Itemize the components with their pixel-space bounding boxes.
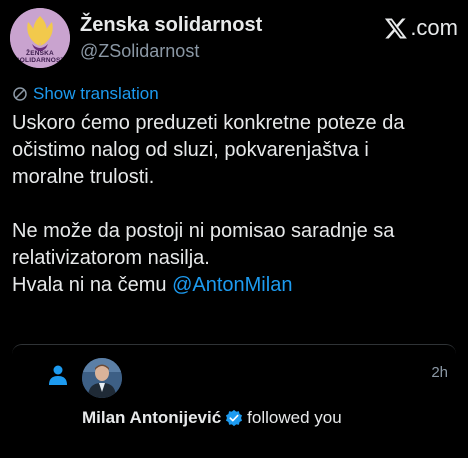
x-logo-icon [385,18,408,39]
logo-text-line1: ŽENSKA [26,50,54,57]
tweet-closing-line: Hvala ni na čemu @AntonMilan [12,272,458,299]
tweet-body: Uskoro ćemo preduzeti konkretne poteze d… [12,110,458,299]
tweet-line: relativizatorom nasilja. [12,247,210,269]
translate-icon [13,87,27,101]
show-translation-link[interactable]: Show translation [12,84,159,104]
tweet-line: Ne može da postoji ni pomisao saradnje s… [12,220,395,242]
follow-notification[interactable]: 2h Milan Antonijević followed you [0,354,468,458]
closing-text: Hvala ni na čemu [12,274,173,296]
notification-text: Milan Antonijević followed you [82,408,342,428]
follower-avatar[interactable] [82,358,122,398]
notification-action: followed you [247,408,342,427]
account-name[interactable]: Ženska solidarnost [80,14,262,37]
x-com-logo: .com [384,15,458,41]
mention-link[interactable]: @AntonMilan [172,274,292,296]
verified-badge-icon [226,409,243,427]
notification-card-border [12,344,456,354]
tweet-line: očistimo nalog od sluzi, pokvarenjaštva … [12,139,369,161]
tweet-line: moralne trulosti. [12,166,155,188]
person-icon [49,365,67,385]
x-com-suffix: .com [410,15,458,40]
tweet-line: Uskoro ćemo preduzeti konkretne poteze d… [12,112,405,134]
follower-name[interactable]: Milan Antonijević [82,408,221,428]
follower-photo-icon [82,358,122,398]
account-handle[interactable]: @ZSolidarnost [80,41,199,62]
show-translation-label[interactable]: Show translation [33,84,159,104]
notification-time: 2h [431,364,448,381]
tweet-header: ŽENSKA SOLIDARNOST Ženska solidarnost @Z… [10,8,458,72]
logo-text-line2: SOLIDARNOST [15,57,65,64]
account-avatar[interactable]: ŽENSKA SOLIDARNOST [10,8,70,68]
